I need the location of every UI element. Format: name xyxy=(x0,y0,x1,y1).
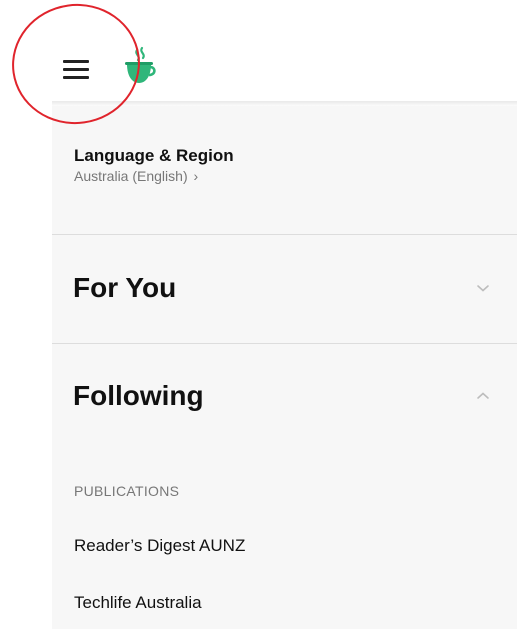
chevron-down-icon[interactable] xyxy=(476,283,490,293)
language-region-value: Australia (English) › xyxy=(74,167,374,185)
section-title-for-you: For You xyxy=(73,272,177,303)
menu-bar-line xyxy=(63,60,89,63)
section-following[interactable]: Following xyxy=(52,369,517,429)
divider xyxy=(52,234,517,235)
top-bar xyxy=(0,0,517,106)
language-region-title: Language & Region xyxy=(74,146,234,165)
section-title-following: Following xyxy=(73,380,204,411)
divider xyxy=(52,343,517,344)
publication-item[interactable]: Reader’s Digest AUNZ xyxy=(74,536,245,556)
chevron-right-icon: › xyxy=(193,168,199,184)
publication-item[interactable]: Techlife Australia xyxy=(74,593,202,613)
publications-header: PUBLICATIONS xyxy=(74,483,180,499)
language-region-value-text: Australia (English) xyxy=(74,168,188,184)
language-region-setting[interactable]: Language & Region Australia (English) › xyxy=(74,146,374,185)
section-for-you[interactable]: For You xyxy=(52,261,517,321)
menu-bar-line xyxy=(63,68,89,71)
hamburger-menu-button[interactable] xyxy=(56,54,96,84)
navigation-panel: Language & Region Australia (English) › … xyxy=(52,106,517,629)
coffee-cup-logo-icon[interactable] xyxy=(119,46,161,88)
chevron-up-icon[interactable] xyxy=(476,391,490,401)
menu-bar-line xyxy=(63,76,89,79)
